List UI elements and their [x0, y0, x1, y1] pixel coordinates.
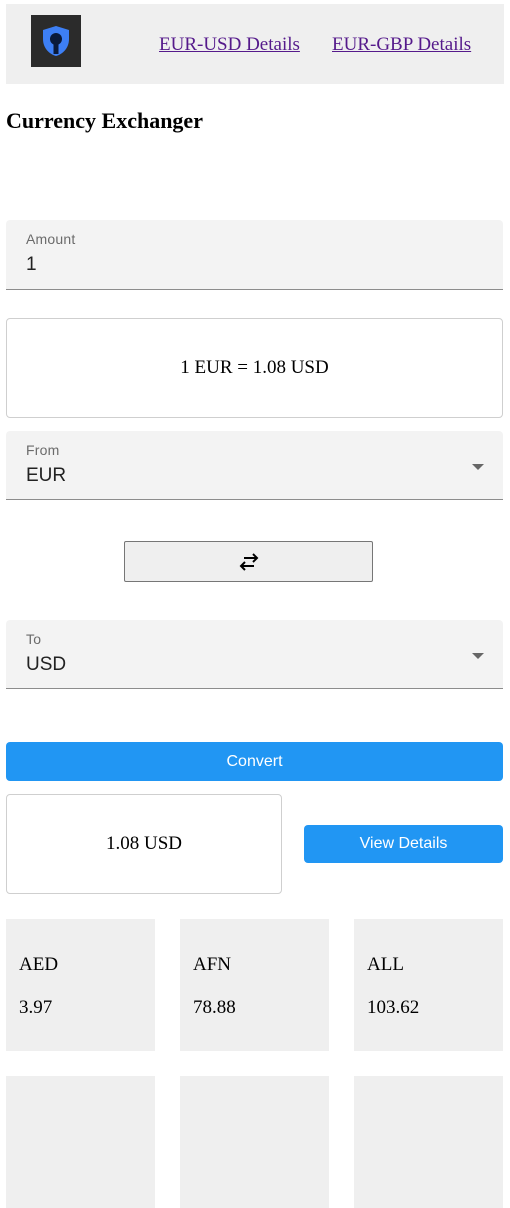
page-title: Currency Exchanger	[6, 108, 203, 133]
to-label: To	[26, 631, 42, 647]
view-details-button[interactable]: View Details	[304, 825, 503, 863]
currency-rate: 78.88	[193, 997, 236, 1018]
from-value: EUR	[26, 465, 67, 486]
swap-currencies-button[interactable]	[124, 541, 373, 582]
currency-rate: 103.62	[367, 997, 420, 1018]
conversion-result: 1.08 USD	[6, 794, 282, 894]
currency-card-aed: AED 3.97	[6, 919, 155, 1051]
currency-card	[354, 1076, 503, 1208]
currency-rate: 3.97	[19, 997, 53, 1018]
currency-code: ALL	[367, 954, 404, 975]
to-value: USD	[26, 654, 67, 675]
currency-code: AFN	[193, 954, 232, 975]
nav-link-eur-usd-details[interactable]: EUR-USD Details	[159, 34, 300, 56]
convert-button[interactable]: Convert	[6, 742, 503, 781]
shield-keyhole-icon	[43, 26, 69, 56]
caret-down-icon	[472, 653, 484, 659]
amount-label: Amount	[26, 231, 76, 247]
app-logo[interactable]	[31, 15, 81, 67]
amount-input[interactable]: 1	[26, 254, 37, 276]
amount-field[interactable]: Amount 1	[6, 220, 503, 290]
nav-link-eur-gbp-details[interactable]: EUR-GBP Details	[332, 34, 471, 56]
exchange-rate-display: 1 EUR = 1.08 USD	[6, 318, 503, 418]
swap-arrows-icon	[239, 552, 258, 571]
header-bar: EUR-USD Details EUR-GBP Details	[6, 4, 504, 84]
caret-down-icon	[472, 464, 484, 470]
to-currency-select[interactable]: To USD	[6, 620, 503, 689]
currency-card	[180, 1076, 329, 1208]
currency-card-all: ALL 103.62	[354, 919, 503, 1051]
currency-code: AED	[19, 954, 59, 975]
currency-card-afn: AFN 78.88	[180, 919, 329, 1051]
currency-card	[6, 1076, 155, 1208]
exchange-rate-text: 1 EUR = 1.08 USD	[180, 357, 329, 378]
from-currency-select[interactable]: From EUR	[6, 431, 503, 500]
from-label: From	[26, 442, 60, 458]
conversion-result-text: 1.08 USD	[105, 833, 182, 854]
